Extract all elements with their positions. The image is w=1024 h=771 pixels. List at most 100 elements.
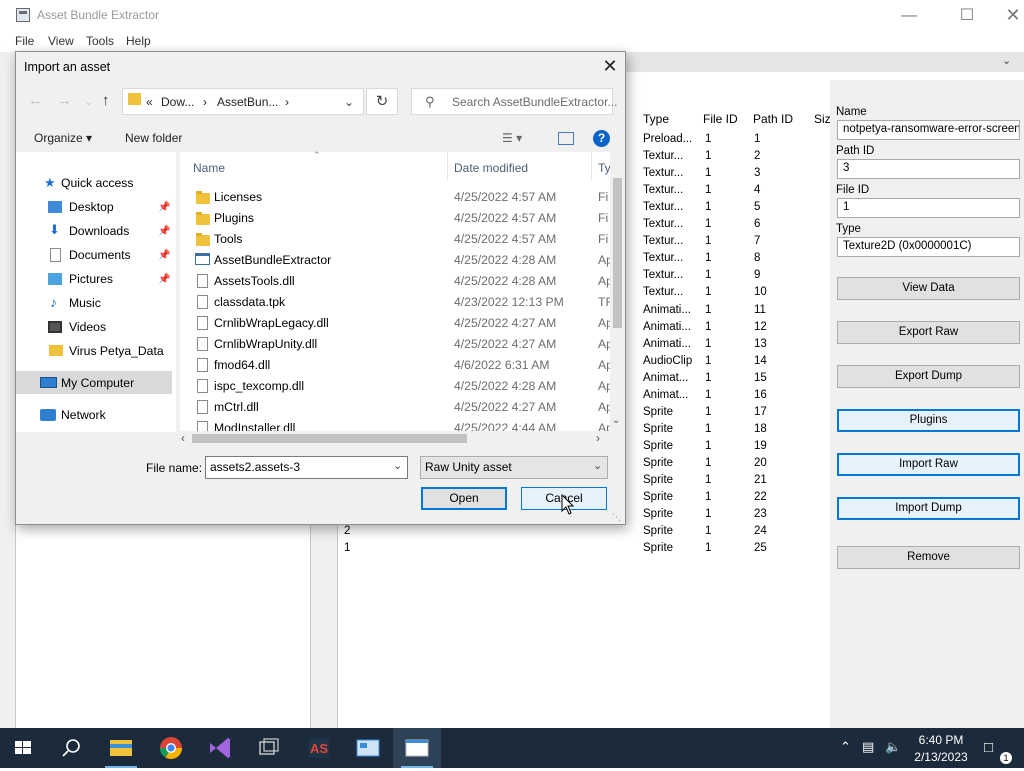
chevron-down-icon[interactable]: ⌄ bbox=[593, 459, 602, 472]
preview-pane-icon[interactable] bbox=[558, 132, 574, 145]
table-row[interactable]: Textur... 1 6 bbox=[640, 218, 830, 235]
file-row-name[interactable]: classdata.tpk bbox=[214, 295, 285, 309]
clock-time[interactable]: 6:40 PM bbox=[916, 733, 966, 747]
file-row-name[interactable]: CrnlibWrapLegacy.dll bbox=[214, 316, 329, 330]
pin-icon[interactable]: 📌 bbox=[158, 226, 170, 237]
pin-icon[interactable]: 📌 bbox=[158, 202, 170, 213]
table-row[interactable]: Sprite 1 25 bbox=[640, 542, 830, 559]
export-raw-button[interactable]: Export Raw bbox=[837, 321, 1020, 344]
pin-icon[interactable]: 📌 bbox=[158, 274, 170, 285]
table-row[interactable]: Sprite 1 24 bbox=[640, 525, 830, 542]
menu-help[interactable]: Help bbox=[126, 34, 151, 48]
table-row[interactable]: Animati... 1 12 bbox=[640, 321, 830, 338]
table-row[interactable]: Textur... 1 2 bbox=[640, 150, 830, 167]
menu-file[interactable]: File bbox=[15, 34, 34, 48]
table-row[interactable]: Textur... 1 3 bbox=[640, 167, 830, 184]
taskbar-visual-studio[interactable] bbox=[196, 728, 244, 768]
column-header-file-id[interactable]: File ID bbox=[703, 112, 738, 126]
path-id-field[interactable]: 3 bbox=[837, 159, 1020, 179]
taskbar-asset-studio[interactable]: AS bbox=[295, 728, 343, 768]
nav-my-computer[interactable]: My Computer bbox=[61, 376, 134, 390]
volume-icon[interactable]: 🔈 bbox=[885, 739, 901, 755]
table-row[interactable]: Sprite 1 23 bbox=[640, 508, 830, 525]
taskbar-control-panel[interactable] bbox=[344, 728, 392, 768]
table-row[interactable]: Sprite 1 22 bbox=[640, 491, 830, 508]
new-folder-button[interactable]: New folder bbox=[125, 131, 182, 145]
close-window-button[interactable]: ✕ bbox=[990, 0, 1024, 31]
table-row[interactable]: AudioClip 1 14 bbox=[640, 355, 830, 372]
file-row-name[interactable]: CrnlibWrapUnity.dll bbox=[214, 337, 317, 351]
chevron-up-icon[interactable]: ⌃ bbox=[840, 739, 851, 755]
taskbar-file-explorer[interactable] bbox=[97, 728, 145, 768]
export-dump-button[interactable]: Export Dump bbox=[837, 365, 1020, 388]
type-field[interactable]: Texture2D (0x0000001C) bbox=[837, 237, 1020, 257]
dialog-close-button[interactable]: ✕ bbox=[598, 55, 622, 77]
refresh-button[interactable]: ↻ bbox=[366, 88, 398, 115]
file-name-input[interactable]: assets2.assets-3 bbox=[205, 456, 408, 479]
nav-virus-petya-data[interactable]: Virus Petya_Data bbox=[69, 344, 164, 358]
file-row-name[interactable]: ispc_texcomp.dll bbox=[214, 379, 304, 393]
file-row-name[interactable]: Plugins bbox=[214, 211, 254, 225]
remove-button[interactable]: Remove bbox=[837, 546, 1020, 569]
table-row[interactable]: Animati... 1 11 bbox=[640, 304, 830, 321]
file-row-name[interactable]: AssetsTools.dll bbox=[214, 274, 295, 288]
table-row[interactable]: Textur... 1 9 bbox=[640, 269, 830, 286]
column-header-path-id[interactable]: Path ID bbox=[753, 112, 793, 126]
table-row[interactable]: Animat... 1 16 bbox=[640, 389, 830, 406]
scroll-down-icon[interactable]: ⌄ bbox=[612, 415, 620, 426]
notification-icon[interactable]: □ bbox=[984, 739, 993, 756]
table-row[interactable]: Textur... 1 7 bbox=[640, 235, 830, 252]
minimize-button[interactable]: — bbox=[886, 0, 932, 31]
nav-music[interactable]: Music bbox=[69, 296, 101, 310]
address-dropdown-chevron-icon[interactable]: ⌄ bbox=[344, 95, 354, 109]
open-button[interactable]: Open bbox=[421, 487, 507, 510]
view-options-icon[interactable]: ☰ ▾ bbox=[502, 131, 522, 145]
breadcrumb-overflow[interactable]: « bbox=[146, 95, 153, 109]
taskbar-search-button[interactable] bbox=[48, 728, 96, 768]
forward-arrow-icon[interactable]: → bbox=[57, 92, 72, 109]
nav-desktop[interactable]: Desktop bbox=[69, 200, 114, 214]
back-arrow-icon[interactable]: ← bbox=[28, 92, 43, 109]
import-dump-button[interactable]: Import Dump bbox=[837, 497, 1020, 520]
column-separator[interactable] bbox=[447, 152, 448, 180]
menu-view[interactable]: View bbox=[48, 34, 74, 48]
import-raw-button[interactable]: Import Raw bbox=[837, 453, 1020, 476]
file-row-name[interactable]: fmod64.dll bbox=[214, 358, 270, 372]
file-row-name[interactable]: AssetBundleExtractor bbox=[214, 253, 331, 267]
column-header-size[interactable]: Siz bbox=[814, 112, 831, 126]
chevron-down-icon[interactable]: ⌄ bbox=[1002, 54, 1011, 67]
pin-icon[interactable]: 📌 bbox=[158, 250, 170, 261]
view-data-button[interactable]: View Data bbox=[837, 277, 1020, 300]
nav-pictures[interactable]: Pictures bbox=[69, 272, 113, 286]
column-type[interactable]: Ty bbox=[598, 161, 611, 175]
start-button[interactable] bbox=[0, 728, 48, 768]
chevron-down-icon[interactable]: ⌄ bbox=[393, 459, 402, 472]
taskbar-chrome[interactable] bbox=[147, 728, 195, 768]
breadcrumb-assetbundle[interactable]: AssetBun... bbox=[217, 95, 278, 109]
column-name[interactable]: Name bbox=[193, 161, 225, 175]
resize-grip-icon[interactable]: ⋱ bbox=[612, 512, 621, 523]
file-type-select[interactable]: Raw Unity asset bbox=[420, 456, 608, 479]
table-row[interactable]: Textur... 1 4 bbox=[640, 184, 830, 201]
network-status-icon[interactable]: ▤ bbox=[862, 739, 874, 755]
column-separator[interactable] bbox=[591, 152, 592, 180]
vertical-scroll-thumb[interactable] bbox=[613, 178, 622, 328]
taskbar-task-view[interactable] bbox=[245, 728, 293, 768]
table-row[interactable]: Sprite 1 20 bbox=[640, 457, 830, 474]
name-field[interactable]: notpetya-ransomware-error-screen bbox=[837, 120, 1020, 140]
help-icon[interactable]: ? bbox=[593, 130, 610, 147]
table-row[interactable]: Sprite 1 19 bbox=[640, 440, 830, 457]
table-row[interactable]: Sprite 1 17 bbox=[640, 406, 830, 423]
column-header-type[interactable]: Type bbox=[643, 112, 669, 126]
table-row[interactable]: Textur... 1 5 bbox=[640, 201, 830, 218]
file-row-name[interactable]: Tools bbox=[214, 232, 242, 246]
clock-date[interactable]: 2/13/2023 bbox=[913, 750, 969, 764]
table-row[interactable]: Sprite 1 18 bbox=[640, 423, 830, 440]
taskbar-asset-bundle-extractor[interactable] bbox=[393, 728, 441, 768]
plugins-button[interactable]: Plugins bbox=[837, 409, 1020, 432]
scroll-left-icon[interactable]: ‹ bbox=[181, 431, 185, 445]
menu-tools[interactable]: Tools bbox=[86, 34, 114, 48]
table-row[interactable]: Animat... 1 15 bbox=[640, 372, 830, 389]
table-row[interactable]: Sprite 1 21 bbox=[640, 474, 830, 491]
breadcrumb-downloads[interactable]: Dow... bbox=[161, 95, 194, 109]
